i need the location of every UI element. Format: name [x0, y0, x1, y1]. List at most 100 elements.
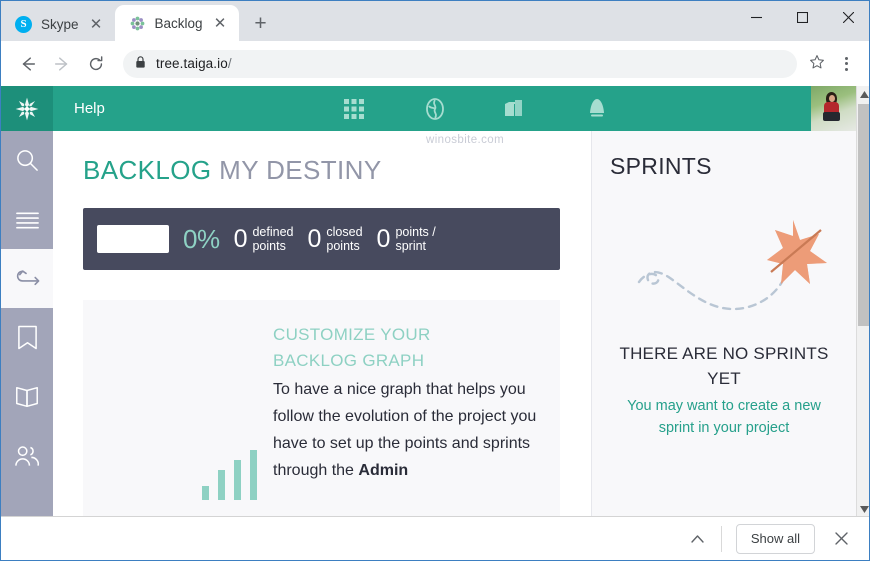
maximize-button[interactable]	[779, 1, 825, 33]
scroll-up-arrow-icon[interactable]	[857, 86, 869, 103]
url-host: tree.taiga.io	[156, 56, 228, 71]
stat-label: defined points	[252, 225, 293, 253]
bar-chart-bar	[234, 460, 241, 500]
stat-closed-points: 0 closed points	[308, 225, 363, 254]
stat-value: 0	[233, 224, 248, 253]
page-scrollbar[interactable]	[856, 86, 869, 518]
help-label[interactable]: Help	[74, 100, 105, 117]
bookmark-star-icon[interactable]	[809, 54, 825, 73]
promo-body-bold: Admin	[358, 462, 409, 479]
download-bar: Show all	[1, 516, 869, 560]
browser-menu-icon[interactable]	[833, 51, 859, 77]
sidebar-item-team[interactable]	[1, 426, 53, 485]
tab-title: Backlog	[154, 15, 203, 31]
progress-percent: 0%	[183, 223, 220, 254]
bar-chart-icon	[83, 322, 273, 518]
download-bar-divider	[720, 525, 722, 552]
customize-graph-panel: CUSTOMIZE YOUR BACKLOG GRAPH To have a n…	[83, 300, 560, 518]
sidebar-item-backlog-list[interactable]	[1, 190, 53, 249]
promo-heading-line1: CUSTOMIZE YOUR	[273, 325, 431, 344]
stat-points-per-sprint: 0 points / sprint	[377, 225, 436, 254]
stat-label-line1: defined	[252, 225, 294, 239]
kite-icon	[592, 190, 856, 335]
app-header: Help	[1, 86, 856, 131]
team-icon	[13, 442, 41, 470]
back-icon[interactable]	[13, 49, 43, 79]
search-icon	[13, 147, 41, 175]
stat-label-line2: points	[252, 239, 286, 253]
create-sprint-link-line2: sprint in your project	[658, 420, 790, 436]
globe-icon[interactable]	[422, 96, 448, 122]
progress-indicator	[97, 225, 169, 253]
tab-skype[interactable]: S Skype ✕	[1, 7, 115, 41]
sprints-empty-title: THERE ARE NO SPRINTS YET	[592, 341, 856, 391]
backlog-main: BACKLOG MY DESTINY 0% 0 defined points 0…	[53, 131, 591, 518]
bar-chart-bar	[218, 470, 225, 500]
grid-icon[interactable]	[341, 96, 367, 122]
app-sidebar	[1, 131, 53, 518]
chevron-up-icon[interactable]	[681, 524, 715, 554]
download-bar-close-icon[interactable]	[825, 524, 857, 554]
new-tab-button[interactable]: +	[247, 10, 275, 38]
address-bar[interactable]: tree.taiga.io/	[123, 49, 797, 78]
user-avatar[interactable]	[811, 86, 856, 131]
stat-label-line2: points	[326, 239, 360, 253]
reload-icon[interactable]	[81, 49, 111, 79]
bookmark-icon	[13, 324, 41, 352]
minimize-button[interactable]	[733, 1, 779, 33]
backlog-stats-bar: 0% 0 defined points 0 closed points 0 po…	[83, 208, 560, 270]
header-icon-group	[341, 86, 610, 131]
url-text: tree.taiga.io/	[156, 56, 232, 71]
tab-strip: S Skype ✕ Backlog ✕ +	[1, 1, 869, 41]
window-controls	[733, 1, 869, 33]
skype-icon: S	[15, 15, 32, 33]
sprints-panel: SPRINTS THERE ARE NO SPRINTS YET You may…	[591, 131, 856, 518]
show-all-downloads-button[interactable]: Show all	[735, 523, 815, 554]
stat-label-line2: sprint	[395, 239, 427, 253]
notifications-bell-icon[interactable]	[584, 96, 610, 122]
browser-toolbar: tree.taiga.io/	[1, 41, 869, 86]
promo-heading: CUSTOMIZE YOUR BACKLOG GRAPH	[273, 322, 542, 374]
sidebar-item-issues[interactable]	[1, 308, 53, 367]
close-button[interactable]	[825, 1, 869, 33]
page-viewport: Help BACKLOG MY DESTINY 0% 0 defined poi…	[1, 86, 869, 518]
browser-window: S Skype ✕ Backlog ✕ + tree.taiga.io/ Hel…	[0, 0, 870, 561]
sprints-title: SPRINTS	[610, 153, 712, 179]
sidebar-item-wiki[interactable]	[1, 367, 53, 426]
forward-icon[interactable]	[47, 49, 77, 79]
taiga-star-logo[interactable]	[1, 86, 53, 131]
tab-title: Skype	[41, 16, 79, 32]
stat-defined-points: 0 defined points	[234, 225, 294, 254]
sidebar-item-search[interactable]	[1, 131, 53, 190]
bar-chart-bar	[202, 486, 209, 500]
sprints-empty-title-line2: YET	[707, 369, 741, 388]
list-icon	[13, 206, 41, 234]
taiga-icon	[129, 15, 146, 32]
page-title: BACKLOG MY DESTINY	[83, 155, 561, 186]
create-sprint-link[interactable]: You may want to create a new sprint in y…	[592, 395, 856, 439]
tab-close-button[interactable]: ✕	[212, 15, 229, 32]
project-folder-icon[interactable]	[503, 96, 529, 122]
book-icon	[13, 383, 41, 411]
stat-value: 0	[376, 224, 391, 253]
tab-close-button[interactable]: ✕	[88, 16, 105, 33]
url-path: /	[227, 56, 232, 71]
create-sprint-link-line1: You may want to create a new	[627, 398, 821, 414]
sprint-loop-icon	[13, 265, 41, 293]
bar-chart-bar	[250, 450, 257, 500]
lock-icon	[135, 55, 146, 72]
page-title-backlog: BACKLOG	[83, 155, 212, 185]
promo-heading-line2: BACKLOG GRAPH	[273, 351, 425, 370]
stat-label-line1: closed	[326, 225, 363, 239]
sidebar-item-sprints[interactable]	[1, 249, 53, 308]
stat-label: closed points	[326, 225, 362, 253]
page-title-project: MY DESTINY	[219, 155, 382, 185]
sprints-empty-title-line1: THERE ARE NO SPRINTS	[619, 344, 829, 363]
promo-body: To have a nice graph that helps you foll…	[273, 376, 542, 484]
stat-label-line1: points /	[395, 225, 436, 239]
scrollbar-thumb[interactable]	[858, 104, 869, 326]
tab-backlog[interactable]: Backlog ✕	[114, 5, 239, 41]
site-watermark: winosbite.com	[426, 134, 505, 146]
stat-label: points / sprint	[395, 225, 435, 253]
stat-value: 0	[307, 224, 322, 253]
